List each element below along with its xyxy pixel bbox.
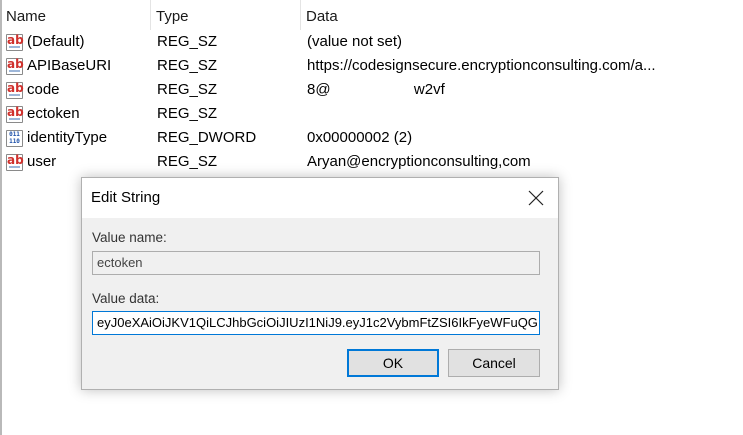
- dialog-titlebar[interactable]: Edit String: [82, 178, 558, 218]
- column-header-name[interactable]: Name: [0, 0, 150, 30]
- table-row[interactable]: (Default) REG_SZ (value not set): [0, 30, 743, 54]
- value-type: REG_SZ: [157, 33, 218, 50]
- value-name-field: ectoken: [92, 251, 540, 275]
- column-header-data[interactable]: Data: [300, 0, 743, 30]
- value-type: REG_SZ: [157, 81, 218, 98]
- value-data: https://codesignsecure.encryptionconsult…: [307, 57, 656, 74]
- close-icon: [528, 190, 544, 206]
- value-data: 0x00000002 (2): [307, 129, 413, 146]
- dword-value-icon: [6, 130, 23, 147]
- value-name: (Default): [27, 33, 85, 50]
- table-row[interactable]: identityType REG_DWORD 0x00000002 (2): [0, 126, 743, 150]
- value-name: code: [27, 81, 60, 98]
- value-name: user: [27, 153, 57, 170]
- value-type: REG_SZ: [157, 105, 218, 122]
- value-type: REG_DWORD: [157, 129, 257, 146]
- value-data-input[interactable]: eyJ0eXAiOiJKV1QiLCJhbGciOiJIUzI1NiJ9.eyJ…: [92, 311, 540, 335]
- cancel-button[interactable]: Cancel: [448, 349, 540, 377]
- value-name: ectoken: [27, 105, 80, 122]
- value-data: Aryan@encryptionconsulting,com: [307, 153, 531, 170]
- close-button[interactable]: [514, 178, 558, 218]
- table-row[interactable]: user REG_SZ Aryan@encryptionconsulting,c…: [0, 150, 743, 174]
- string-value-icon: [6, 33, 23, 51]
- value-type: REG_SZ: [157, 57, 218, 74]
- string-value-icon: [6, 105, 23, 123]
- string-value-icon: [6, 57, 23, 75]
- dialog-title: Edit String: [91, 189, 161, 206]
- column-header-type[interactable]: Type: [150, 0, 300, 30]
- value-name-label: Value name:: [92, 230, 167, 245]
- value-name: identityType: [27, 129, 108, 146]
- value-data: 8@ w2vf: [307, 81, 445, 98]
- edit-string-dialog: Edit String Value name: ectoken Value da…: [81, 177, 559, 390]
- value-type: REG_SZ: [157, 153, 218, 170]
- string-value-icon: [6, 81, 23, 99]
- table-row[interactable]: ectoken REG_SZ: [0, 102, 743, 126]
- ok-button[interactable]: OK: [347, 349, 439, 377]
- value-data: (value not set): [307, 33, 403, 50]
- string-value-icon: [6, 153, 23, 171]
- value-data-label: Value data:: [92, 291, 160, 306]
- table-row[interactable]: code REG_SZ 8@ w2vf: [0, 78, 743, 102]
- value-name: APIBaseURI: [27, 57, 112, 74]
- table-row[interactable]: APIBaseURI REG_SZ https://codesignsecure…: [0, 54, 743, 78]
